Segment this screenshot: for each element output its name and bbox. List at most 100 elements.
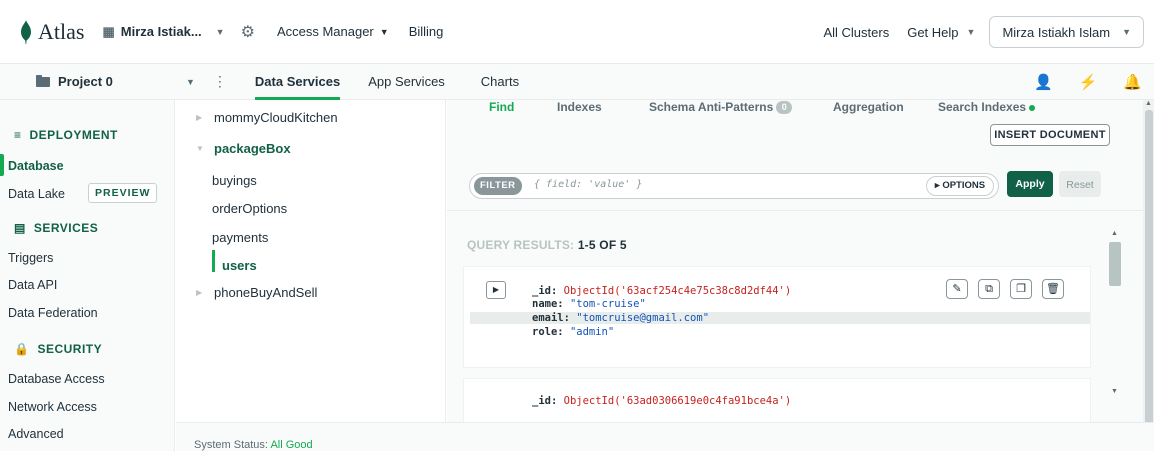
tab-search-indexes[interactable]: Search Indexes: [938, 100, 1036, 114]
collections-panel: ▶ mommyCloudKitchen ▼ packageBox buyings…: [176, 100, 446, 422]
bell-icon[interactable]: 🔔: [1123, 73, 1142, 91]
user-name: Mirza Istiakh Islam: [1002, 24, 1111, 40]
tab-data-services[interactable]: Data Services: [254, 64, 341, 100]
field-value: "tomcruise@gmail.com": [576, 312, 710, 324]
clone-icon[interactable]: ❐: [1010, 279, 1032, 299]
trash-icon[interactable]: 🗑: [1042, 279, 1064, 299]
invite-user-icon[interactable]: 👤: [1034, 73, 1053, 91]
document-card: _id: ObjectId('63ad0306619e0c4fa91bce4a'…: [463, 378, 1091, 422]
sidebar-item-advanced[interactable]: Advanced: [8, 427, 64, 441]
filter-input[interactable]: { field: 'value' }: [534, 179, 642, 190]
field-value: ObjectId('63ad0306619e0c4fa91bce4a'): [563, 395, 792, 407]
sidebar-item-network-access[interactable]: Network Access: [8, 400, 97, 414]
caret-down-icon: ▼: [196, 144, 204, 153]
divider: [447, 210, 1143, 211]
apply-button[interactable]: Apply: [1007, 171, 1053, 197]
caret-right-icon: ▶: [196, 113, 203, 122]
database-item[interactable]: ▶ phoneBuyAndSell: [196, 285, 317, 300]
get-help-label: Get Help: [907, 24, 959, 40]
status-value[interactable]: All Good: [270, 439, 312, 451]
scroll-up-arrow-icon[interactable]: ▲: [1145, 100, 1152, 107]
database-name: mommyCloudKitchen: [214, 110, 338, 125]
filter-tag: FILTER: [474, 177, 522, 195]
all-clusters-link[interactable]: All Clusters: [823, 25, 889, 40]
collection-item[interactable]: payments: [212, 230, 268, 245]
database-name: phoneBuyAndSell: [214, 285, 318, 300]
preview-badge: PREVIEW: [88, 183, 158, 203]
database-item[interactable]: ▶ mommyCloudKitchen: [196, 110, 338, 125]
collection-item-active[interactable]: users: [222, 258, 257, 273]
field-key: name:: [532, 298, 564, 310]
sidebar-item-data-federation[interactable]: Data Federation: [8, 306, 98, 320]
document-actions: ✎ ⧉ ❐ 🗑: [936, 279, 1064, 299]
activity-feed-icon[interactable]: ⚡: [1079, 73, 1098, 91]
access-manager-label: Access Manager: [276, 24, 374, 39]
lock-icon: 🔒: [14, 342, 30, 356]
section-security-label: SECURITY: [37, 342, 103, 356]
tab-aggregation[interactable]: Aggregation: [833, 100, 904, 114]
field-value: ObjectId('63acf254c4e75c38c8d2df44'): [563, 285, 792, 297]
database-icon: ≡: [14, 128, 22, 142]
access-manager-menu[interactable]: Access Manager ▼: [277, 24, 389, 39]
sidebar-item-database[interactable]: Database: [8, 159, 64, 173]
edit-pencil-icon[interactable]: ✎: [946, 279, 968, 299]
building-icon: ▦: [102, 23, 115, 39]
project-bar: Project 0 ▼ ⋮ Data Services App Services…: [0, 64, 1154, 100]
options-button[interactable]: ▸ OPTIONS: [926, 176, 994, 196]
sidebar-item-triggers[interactable]: Triggers: [8, 251, 53, 265]
org-name: Mirza Istiak...: [120, 24, 202, 39]
mongodb-leaf-icon: [21, 19, 31, 44]
chevron-down-icon: ▼: [215, 26, 225, 37]
status-label: System Status:: [194, 439, 268, 451]
active-collection-indicator: [212, 250, 215, 272]
sidebar-item-database-access[interactable]: Database Access: [8, 372, 105, 386]
query-results-count: 1-5 OF 5: [577, 238, 627, 252]
tab-find[interactable]: Find: [489, 100, 514, 114]
section-security: 🔒 SECURITY: [14, 342, 102, 356]
scroll-down-arrow-icon[interactable]: ▼: [1111, 388, 1118, 395]
tab-indexes[interactable]: Indexes: [557, 100, 602, 114]
sidebar-item-data-lake[interactable]: Data Lake: [8, 187, 65, 201]
query-results-label: QUERY RESULTS:: [467, 238, 575, 252]
scroll-up-arrow-icon[interactable]: ▲: [1111, 230, 1118, 237]
caret-down-icon: ▼: [379, 26, 389, 37]
tab-schema-anti-patterns[interactable]: Schema Anti-Patterns 0: [649, 100, 793, 115]
document-card: ▶ _id: ObjectId('63acf254c4e75c38c8d2df4…: [463, 266, 1091, 368]
tab-label: Search Indexes: [938, 100, 1027, 114]
page-scrollbar-thumb[interactable]: [1145, 110, 1153, 430]
collection-item[interactable]: orderOptions: [212, 201, 287, 216]
document-field-email: email: "tomcruise@gmail.com": [470, 312, 1090, 324]
expand-document-button[interactable]: ▶: [486, 281, 506, 299]
kebab-menu-icon[interactable]: ⋮: [213, 73, 227, 90]
results-scrollbar-thumb[interactable]: [1109, 242, 1121, 286]
status-dot-icon: [1029, 104, 1036, 111]
tab-label: Schema Anti-Patterns: [649, 100, 774, 114]
project-selector[interactable]: Project 0: [36, 74, 186, 89]
get-help-menu[interactable]: Get Help ▼: [907, 25, 975, 40]
field-key: _id:: [532, 285, 558, 297]
document-field-id: _id: ObjectId('63ad0306619e0c4fa91bce4a'…: [532, 395, 791, 407]
tab-app-services[interactable]: App Services: [368, 64, 445, 100]
gear-icon[interactable]: ⚙: [241, 22, 255, 42]
chevron-down-icon: ▼: [966, 27, 976, 37]
filter-bar[interactable]: FILTER { field: 'value' } ▸ OPTIONS: [469, 173, 999, 199]
atlas-logo[interactable]: Atlas: [20, 19, 84, 45]
services-icon: ▤: [14, 221, 26, 235]
sidebar: ≡ DEPLOYMENT Database Data Lake PREVIEW …: [0, 100, 175, 451]
section-services: ▤ SERVICES: [14, 221, 98, 235]
insert-document-button[interactable]: INSERT DOCUMENT: [990, 124, 1110, 146]
tab-charts[interactable]: Charts: [481, 74, 519, 89]
collection-item[interactable]: buyings: [212, 173, 257, 188]
user-menu-button[interactable]: Mirza Istiakh Islam ▼: [989, 16, 1144, 48]
database-item-open[interactable]: ▼ packageBox: [196, 141, 291, 156]
field-key: _id:: [532, 395, 558, 407]
billing-link[interactable]: Billing: [409, 24, 444, 39]
project-icons: 👤 ⚡ 🔔: [1008, 64, 1142, 100]
top-right-controls: All Clusters Get Help ▼ Mirza Istiakh Is…: [805, 0, 1144, 64]
org-selector[interactable]: ▦ Mirza Istiak... ▼: [102, 24, 224, 40]
project-name: Project 0: [58, 74, 113, 89]
chevron-down-icon[interactable]: ▼: [186, 77, 195, 87]
sidebar-item-data-api[interactable]: Data API: [8, 278, 57, 292]
reset-button[interactable]: Reset: [1059, 171, 1101, 197]
copy-icon[interactable]: ⧉: [978, 279, 1000, 299]
